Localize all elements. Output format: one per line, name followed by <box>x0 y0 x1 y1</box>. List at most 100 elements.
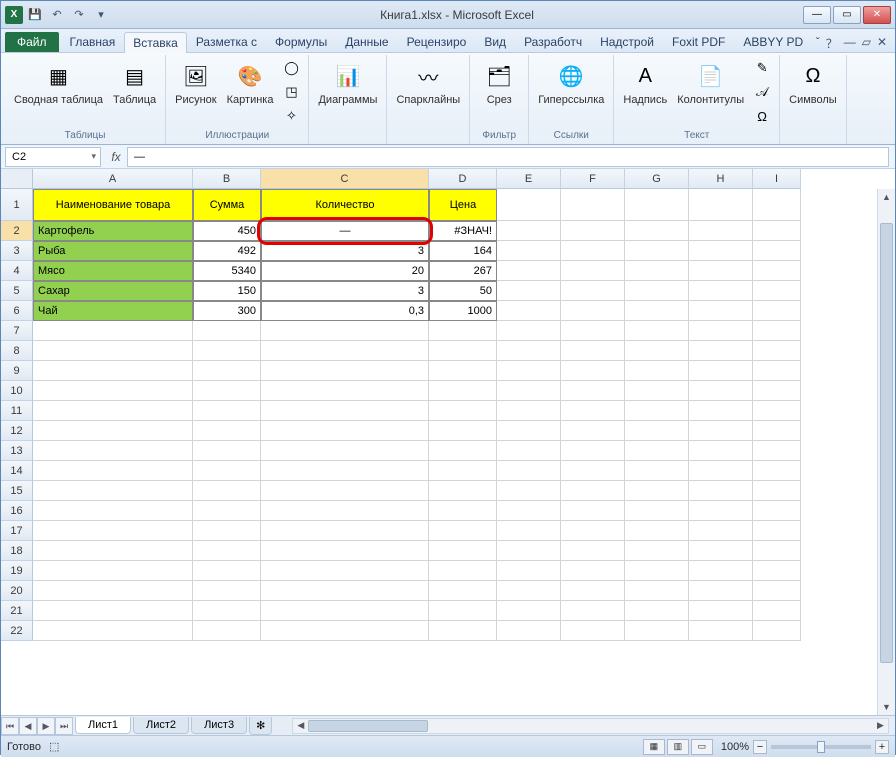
cell-F14[interactable] <box>561 461 625 481</box>
col-header-H[interactable]: H <box>689 169 753 189</box>
name-box[interactable]: C2 <box>5 147 101 167</box>
cell-H17[interactable] <box>689 521 753 541</box>
cell-D5[interactable]: 50 <box>429 281 497 301</box>
cell-F21[interactable] <box>561 601 625 621</box>
file-tab[interactable]: Файл <box>5 32 59 52</box>
ribbon-tab-2[interactable]: Разметка с <box>187 31 266 52</box>
cell-B14[interactable] <box>193 461 261 481</box>
cell-C21[interactable] <box>261 601 429 621</box>
cell-B2[interactable]: 450 <box>193 221 261 241</box>
row-header-20[interactable]: 20 <box>1 581 33 601</box>
cell-D9[interactable] <box>429 361 497 381</box>
row-header-13[interactable]: 13 <box>1 441 33 461</box>
cell-H15[interactable] <box>689 481 753 501</box>
cell-D14[interactable] <box>429 461 497 481</box>
cell-I18[interactable] <box>753 541 801 561</box>
cell-G11[interactable] <box>625 401 689 421</box>
cell-I5[interactable] <box>753 281 801 301</box>
cell-C5[interactable]: 3 <box>261 281 429 301</box>
cell-E20[interactable] <box>497 581 561 601</box>
cell-H12[interactable] <box>689 421 753 441</box>
cell-F8[interactable] <box>561 341 625 361</box>
small-btn-6-0[interactable]: ✎ <box>751 57 773 79</box>
cell-B21[interactable] <box>193 601 261 621</box>
cell-E21[interactable] <box>497 601 561 621</box>
cell-E15[interactable] <box>497 481 561 501</box>
row-header-2[interactable]: 2 <box>1 221 33 241</box>
cell-I4[interactable] <box>753 261 801 281</box>
cell-C9[interactable] <box>261 361 429 381</box>
ribbon-tab-7[interactable]: Разработч <box>515 31 591 52</box>
ribbon-tab-6[interactable]: Вид <box>475 31 515 52</box>
cell-G18[interactable] <box>625 541 689 561</box>
row-header-3[interactable]: 3 <box>1 241 33 261</box>
cell-E9[interactable] <box>497 361 561 381</box>
cell-I3[interactable] <box>753 241 801 261</box>
cell-F19[interactable] <box>561 561 625 581</box>
cell-E11[interactable] <box>497 401 561 421</box>
cell-A11[interactable] <box>33 401 193 421</box>
cell-H18[interactable] <box>689 541 753 561</box>
cell-D11[interactable] <box>429 401 497 421</box>
cell-E17[interactable] <box>497 521 561 541</box>
new-sheet-button[interactable]: ✻ <box>249 717 272 735</box>
sheet-tab-Лист1[interactable]: Лист1 <box>75 717 131 734</box>
cell-E1[interactable] <box>497 189 561 221</box>
cell-H10[interactable] <box>689 381 753 401</box>
cell-C1[interactable]: Количество <box>261 189 429 221</box>
col-header-A[interactable]: A <box>33 169 193 189</box>
hyperlink-button[interactable]: 🌐Гиперссылка <box>535 57 607 109</box>
cell-A4[interactable]: Мясо <box>33 261 193 281</box>
cell-G21[interactable] <box>625 601 689 621</box>
cell-A8[interactable] <box>33 341 193 361</box>
cell-A20[interactable] <box>33 581 193 601</box>
scroll-down-arrow[interactable]: ▼ <box>878 699 895 715</box>
cell-A19[interactable] <box>33 561 193 581</box>
sheet-tab-Лист2[interactable]: Лист2 <box>133 717 189 734</box>
cell-E19[interactable] <box>497 561 561 581</box>
cell-D15[interactable] <box>429 481 497 501</box>
cell-B10[interactable] <box>193 381 261 401</box>
cell-F9[interactable] <box>561 361 625 381</box>
select-all-corner[interactable] <box>1 169 33 189</box>
charts-button[interactable]: 📊Диаграммы <box>315 57 380 109</box>
cell-G4[interactable] <box>625 261 689 281</box>
cell-A22[interactable] <box>33 621 193 641</box>
cell-C15[interactable] <box>261 481 429 501</box>
row-header-7[interactable]: 7 <box>1 321 33 341</box>
row-header-4[interactable]: 4 <box>1 261 33 281</box>
worksheet-grid[interactable]: ABCDEFGHI 123456789101112131415161718192… <box>1 169 895 715</box>
cell-D21[interactable] <box>429 601 497 621</box>
cell-I11[interactable] <box>753 401 801 421</box>
cell-A17[interactable] <box>33 521 193 541</box>
row-header-19[interactable]: 19 <box>1 561 33 581</box>
cell-F3[interactable] <box>561 241 625 261</box>
row-header-5[interactable]: 5 <box>1 281 33 301</box>
zoom-in[interactable]: + <box>875 740 889 754</box>
cell-D20[interactable] <box>429 581 497 601</box>
row-header-18[interactable]: 18 <box>1 541 33 561</box>
cell-B13[interactable] <box>193 441 261 461</box>
cell-C3[interactable]: 3 <box>261 241 429 261</box>
cell-H2[interactable] <box>689 221 753 241</box>
cell-C12[interactable] <box>261 421 429 441</box>
cell-A16[interactable] <box>33 501 193 521</box>
cell-G2[interactable] <box>625 221 689 241</box>
clipart-button[interactable]: 🎨Картинка <box>224 57 277 109</box>
col-header-D[interactable]: D <box>429 169 497 189</box>
cell-E22[interactable] <box>497 621 561 641</box>
sparklines-button[interactable]: 〰Спарклайны <box>393 57 463 109</box>
cell-D8[interactable] <box>429 341 497 361</box>
cell-D3[interactable]: 164 <box>429 241 497 261</box>
cell-H21[interactable] <box>689 601 753 621</box>
cell-C22[interactable] <box>261 621 429 641</box>
cell-F13[interactable] <box>561 441 625 461</box>
cell-H9[interactable] <box>689 361 753 381</box>
row-header-15[interactable]: 15 <box>1 481 33 501</box>
cell-B1[interactable]: Сумма <box>193 189 261 221</box>
cell-A3[interactable]: Рыба <box>33 241 193 261</box>
ribbon-minimize-icon[interactable]: ˇ <box>816 35 820 52</box>
cell-E7[interactable] <box>497 321 561 341</box>
cell-G13[interactable] <box>625 441 689 461</box>
cell-F16[interactable] <box>561 501 625 521</box>
